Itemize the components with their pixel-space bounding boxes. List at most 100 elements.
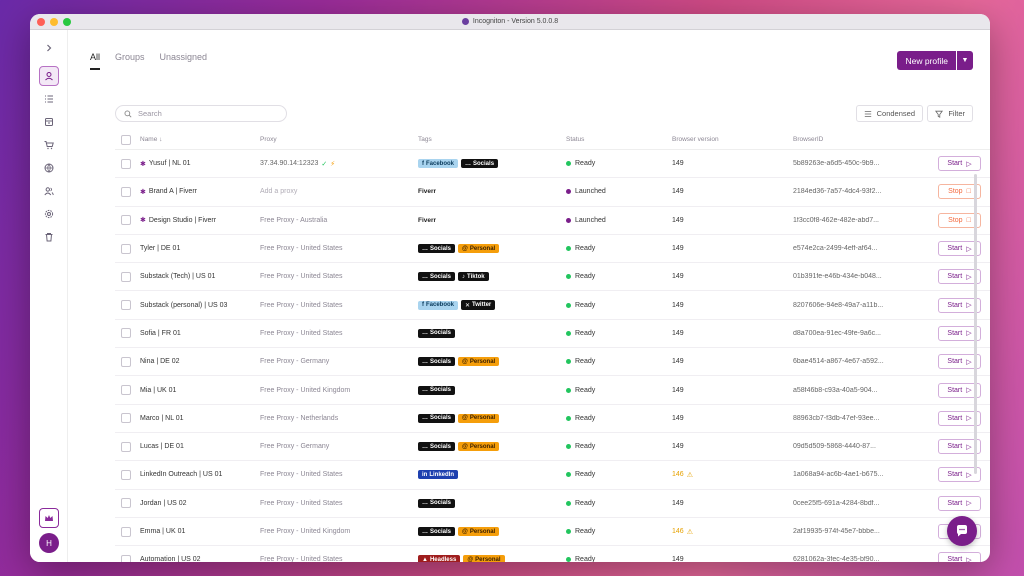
trash-icon[interactable]: [39, 227, 59, 247]
more-options-icon[interactable]: ⋮: [981, 271, 990, 282]
profile-name[interactable]: ✱ Brand A | Fiverr: [140, 188, 260, 196]
table-row[interactable]: Substack (personal) | US 03 Free Proxy -…: [115, 291, 990, 320]
more-options-icon[interactable]: ⋮: [981, 328, 990, 339]
start-button[interactable]: Start▷: [938, 495, 981, 511]
profile-name[interactable]: Jordan | US 02: [140, 500, 260, 507]
list-icon[interactable]: [39, 89, 59, 109]
start-button[interactable]: Start▷: [938, 552, 981, 562]
table-row[interactable]: Automation | US 02 Free Proxy - United S…: [115, 546, 990, 562]
archive-icon[interactable]: [39, 112, 59, 132]
column-name[interactable]: Name ↓: [140, 136, 260, 143]
table-row[interactable]: ✱ Design Studio | Fiverr Free Proxy - Aus…: [115, 207, 990, 235]
profile-name[interactable]: Automation | US 02: [140, 556, 260, 562]
more-options-icon[interactable]: ⋮: [981, 215, 990, 226]
row-checkbox[interactable]: [121, 300, 131, 311]
row-checkbox[interactable]: [121, 413, 131, 424]
row-checkbox[interactable]: [121, 385, 131, 396]
status-text: Ready: [575, 329, 596, 337]
proxy-text: Free Proxy - Australia: [260, 216, 328, 224]
profile-name[interactable]: Mia | UK 01: [140, 387, 260, 394]
scrollbar[interactable]: [974, 174, 977, 474]
minimize-window-button[interactable]: [50, 18, 58, 26]
table-row[interactable]: ✱ Brand A | Fiverr Add a proxy Fiverr Lau…: [115, 178, 990, 207]
table-row[interactable]: Sofia | FR 01 Free Proxy - United States…: [115, 320, 990, 349]
table-row[interactable]: Nina | DE 02 Free Proxy - Germany … Socia…: [115, 348, 990, 377]
row-checkbox[interactable]: [121, 469, 131, 480]
team-icon[interactable]: [39, 181, 59, 201]
table-row[interactable]: Marco | NL 01 Free Proxy - Netherlands ……: [115, 405, 990, 433]
table-row[interactable]: ✱ Yusuf | NL 01 37.34.90.14:12323 ✓ ⚡ f Face…: [115, 150, 990, 179]
row-checkbox[interactable]: [121, 441, 131, 452]
profile-name[interactable]: ✱ Yusuf | NL 01: [140, 160, 260, 168]
more-options-icon[interactable]: ⋮: [981, 243, 990, 254]
proxy-cell[interactable]: Add a proxy: [260, 188, 418, 195]
table-row[interactable]: Tyler | DE 01 Free Proxy - United States…: [115, 235, 990, 264]
browser-id: a58f46b8-c93a-40a5-904...: [793, 386, 878, 394]
row-checkbox[interactable]: [121, 215, 131, 226]
row-checkbox[interactable]: [121, 356, 131, 367]
version-text: 149: [672, 556, 684, 562]
table-row[interactable]: Substack (Tech) | US 01 Free Proxy - Uni…: [115, 263, 990, 292]
more-options-icon[interactable]: ⋮: [981, 526, 990, 537]
profile-name[interactable]: Emma | UK 01: [140, 528, 260, 535]
profile-name[interactable]: Substack (personal) | US 03: [140, 302, 260, 309]
row-checkbox[interactable]: [121, 554, 131, 562]
tag-socials: … Socials: [418, 357, 456, 367]
more-options-icon[interactable]: ⋮: [981, 441, 990, 452]
tab-unassigned[interactable]: Unassigned: [160, 52, 208, 70]
expand-sidebar-icon[interactable]: [39, 38, 59, 58]
settings-icon[interactable]: [39, 204, 59, 224]
more-options-icon[interactable]: ⋮: [981, 356, 990, 367]
profile-name[interactable]: Sofia | FR 01: [140, 330, 260, 337]
more-options-icon[interactable]: ⋮: [981, 300, 990, 311]
table-row[interactable]: Jordan | US 02 Free Proxy - United State…: [115, 490, 990, 518]
row-checkbox[interactable]: [121, 243, 131, 254]
profile-name[interactable]: Lucas | DE 01: [140, 443, 260, 450]
profile-name[interactable]: Marco | NL 01: [140, 415, 260, 422]
profile-name[interactable]: ✱ Design Studio | Fiverr: [140, 216, 260, 225]
tags-cell: … Socials: [418, 385, 566, 395]
row-checkbox[interactable]: [121, 186, 131, 197]
more-options-icon[interactable]: ⋮: [981, 469, 990, 480]
headless-icon: ▲: [422, 556, 428, 562]
personal-icon: @: [462, 415, 468, 422]
more-options-icon[interactable]: ⋮: [981, 554, 990, 562]
new-profile-dropdown-button[interactable]: ▼: [957, 51, 973, 70]
tab-all[interactable]: All: [90, 52, 101, 70]
profile-name[interactable]: Tyler | DE 01: [140, 245, 260, 252]
more-options-icon[interactable]: ⋮: [981, 498, 990, 509]
crown-icon[interactable]: [39, 508, 59, 528]
chat-button[interactable]: [947, 516, 977, 546]
browser-id: e574e2ca-2499-4eff-af64...: [793, 245, 878, 253]
more-options-icon[interactable]: ⋮: [981, 385, 990, 396]
table-row[interactable]: Lucas | DE 01 Free Proxy - Germany … Soci…: [115, 433, 990, 462]
more-options-icon[interactable]: ⋮: [981, 158, 990, 169]
profile-name[interactable]: Substack (Tech) | US 01: [140, 273, 260, 280]
avatar[interactable]: H: [39, 533, 59, 553]
select-all-checkbox[interactable]: [121, 134, 131, 145]
more-options-icon[interactable]: ⋮: [981, 413, 990, 424]
start-button[interactable]: Start▷: [938, 156, 981, 172]
filter-button[interactable]: Filter: [927, 105, 973, 122]
table-row[interactable]: Mia | UK 01 Free Proxy - United Kingdom …: [115, 376, 990, 405]
maximize-window-button[interactable]: [63, 18, 71, 26]
globe-icon[interactable]: [39, 158, 59, 178]
tab-groups[interactable]: Groups: [115, 52, 145, 70]
table-row[interactable]: LinkedIn Outreach | US 01 Free Proxy - U…: [115, 461, 990, 490]
close-window-button[interactable]: [37, 18, 45, 26]
row-checkbox[interactable]: [121, 526, 131, 537]
new-profile-button[interactable]: New profile: [897, 51, 956, 70]
profile-name[interactable]: Nina | DE 02: [140, 358, 260, 365]
profile-name[interactable]: LinkedIn Outreach | US 01: [140, 471, 260, 478]
cart-icon[interactable]: [39, 135, 59, 155]
more-options-icon[interactable]: ⋮: [981, 186, 990, 197]
version-text: 149: [672, 245, 684, 253]
profiles-icon[interactable]: [39, 66, 59, 86]
row-checkbox[interactable]: [121, 158, 131, 169]
row-checkbox[interactable]: [121, 328, 131, 339]
condensed-button[interactable]: Condensed: [855, 105, 923, 122]
row-checkbox[interactable]: [121, 271, 131, 282]
row-checkbox[interactable]: [121, 498, 131, 509]
search-input[interactable]: Search: [115, 105, 287, 122]
table-row[interactable]: Emma | UK 01 Free Proxy - United Kingdom…: [115, 518, 990, 547]
